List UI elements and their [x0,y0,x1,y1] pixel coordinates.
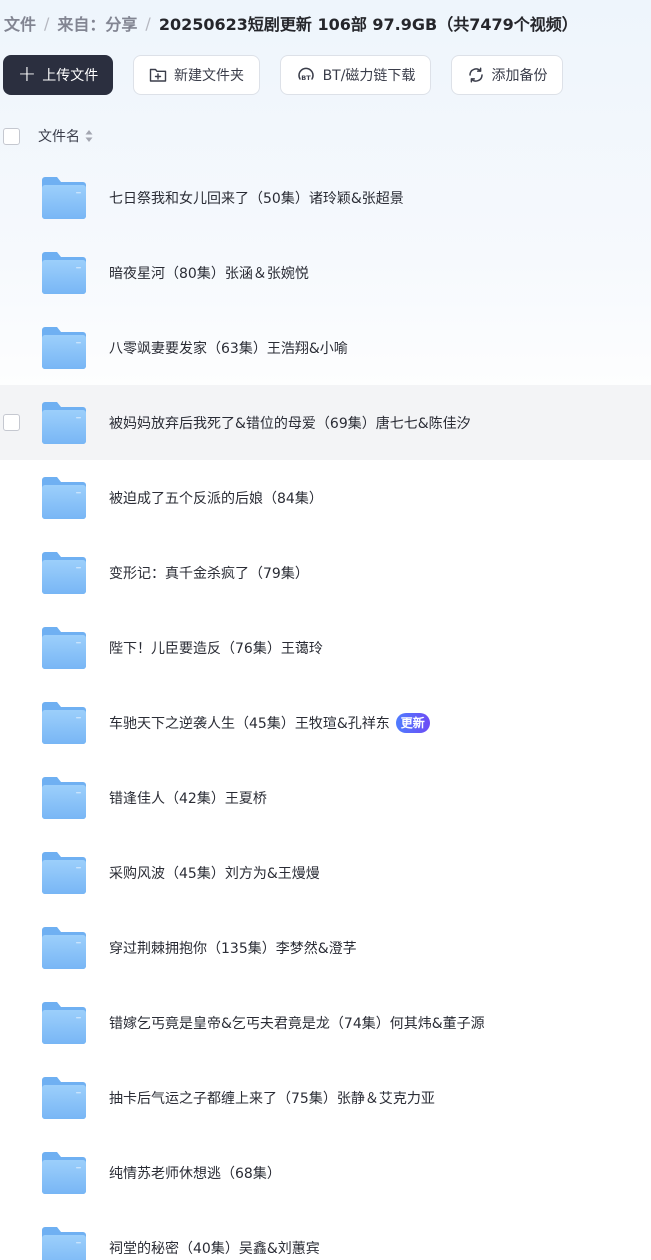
folder-icon[interactable] [40,626,88,670]
plus-icon: + [17,62,37,87]
add-backup-button-label: 添加备份 [491,68,548,84]
file-row[interactable]: 被迫成了五个反派的后娘（84集） [0,460,651,535]
file-row[interactable]: 祠堂的秘密（40集）吴鑫&刘蕙宾 [0,1210,651,1260]
folder-icon[interactable] [40,326,88,370]
file-name-label: 抽卡后气运之子都缠上来了（75集）张静＆艾克力亚 [109,1090,435,1107]
file-name[interactable]: 被妈妈放弃后我死了&错位的母爱（69集）唐七七&陈佳汐 [109,385,471,460]
folder-icon[interactable] [40,401,88,445]
file-name[interactable]: 暗夜星河（80集）张涵＆张婉悦 [109,235,309,310]
folder-icon[interactable] [40,926,88,970]
file-name[interactable]: 车驰天下之逆袭人生（45集）王牧瑄&孔祥东 更新 [109,685,430,760]
bt-icon: BT [296,66,316,84]
file-name-label: 错逢佳人（42集）王夏桥 [109,790,267,807]
list-header: 文件名 [0,122,651,150]
file-name[interactable]: 七日祭我和女儿回来了（50集）诸玲颖&张超景 [109,160,404,235]
select-all-checkbox[interactable] [3,127,20,145]
add-backup-button[interactable]: 添加备份 [451,55,563,95]
upload-button-label: 上传文件 [42,68,99,84]
breadcrumb: 文件 / 来自：分享 / 20250623短剧更新 106部 97.9GB（共7… [4,10,578,36]
file-row[interactable]: 采购风波（45集）刘方为&王熳熳 [0,835,651,910]
file-name-label: 八零飒妻要发家（63集）王浩翔&小喻 [109,340,348,357]
file-name[interactable]: 变形记：真千金杀疯了（79集） [109,535,309,610]
folder-icon[interactable] [40,851,88,895]
breadcrumb-source[interactable]: 来自：分享 [57,11,137,35]
file-row[interactable]: 八零飒妻要发家（63集）王浩翔&小喻 [0,310,651,385]
file-name[interactable]: 祠堂的秘密（40集）吴鑫&刘蕙宾 [109,1210,320,1260]
file-name-label: 七日祭我和女儿回来了（50集）诸玲颖&张超景 [109,190,404,207]
file-browser: 文件 / 来自：分享 / 20250623短剧更新 106部 97.9GB（共7… [0,0,651,1260]
file-name[interactable]: 被迫成了五个反派的后娘（84集） [109,460,323,535]
breadcrumb-separator: / [44,13,50,33]
row-checkbox[interactable] [3,414,20,431]
file-name[interactable]: 八零飒妻要发家（63集）王浩翔&小喻 [109,310,348,385]
folder-icon[interactable] [40,551,88,595]
folder-icon[interactable] [40,476,88,520]
file-name-label: 错嫁乞丐竟是皇帝&乞丐夫君竟是龙（74集）何其炜&董子源 [109,1015,485,1032]
file-name-label: 纯情苏老师休想逃（68集） [109,1165,281,1182]
file-name[interactable]: 穿过荆棘拥抱你（135集）李梦然&澄芓 [109,910,357,985]
file-row[interactable]: 错逢佳人（42集）王夏桥 [0,760,651,835]
file-name-label: 祠堂的秘密（40集）吴鑫&刘蕙宾 [109,1240,320,1257]
bt-download-button-label: BT/磁力链下载 [322,68,416,84]
breadcrumb-current-folder: 20250623短剧更新 106部 97.9GB（共7479个视频） [158,15,578,34]
toolbar: + 上传文件 新建文件夹 BT BT/磁力链下载 添加备份 [3,55,583,95]
file-name[interactable]: 抽卡后气运之子都缠上来了（75集）张静＆艾克力亚 [109,1060,435,1135]
folder-icon[interactable] [40,1001,88,1045]
breadcrumb-separator: / [145,13,151,33]
folder-icon[interactable] [40,1226,88,1260]
file-row[interactable]: 陛下！儿臣要造反（76集）王蔼玲 [0,610,651,685]
file-name-label: 穿过荆棘拥抱你（135集）李梦然&澄芓 [109,940,357,957]
file-row[interactable]: 抽卡后气运之子都缠上来了（75集）张静＆艾克力亚 [0,1060,651,1135]
sort-icon[interactable] [85,129,93,143]
new-folder-button-label: 新建文件夹 [174,68,244,84]
name-column-header[interactable]: 文件名 [38,126,93,146]
file-name[interactable]: 错逢佳人（42集）王夏桥 [109,760,267,835]
name-column-label: 文件名 [38,129,80,145]
file-row[interactable]: 七日祭我和女儿回来了（50集）诸玲颖&张超景 [0,160,651,235]
file-row[interactable]: 变形记：真千金杀疯了（79集） [0,535,651,610]
new-folder-icon [149,67,167,83]
upload-button[interactable]: + 上传文件 [3,55,113,95]
file-row[interactable]: 错嫁乞丐竟是皇帝&乞丐夫君竟是龙（74集）何其炜&董子源 [0,985,651,1060]
file-name-label: 车驰天下之逆袭人生（45集）王牧瑄&孔祥东 [109,715,390,732]
new-folder-button[interactable]: 新建文件夹 [133,55,260,95]
file-name[interactable]: 错嫁乞丐竟是皇帝&乞丐夫君竟是龙（74集）何其炜&董子源 [109,985,485,1060]
file-name[interactable]: 陛下！儿臣要造反（76集）王蔼玲 [109,610,323,685]
file-name[interactable]: 纯情苏老师休想逃（68集） [109,1135,281,1210]
file-row[interactable]: 纯情苏老师休想逃（68集） [0,1135,651,1210]
folder-icon[interactable] [40,251,88,295]
folder-icon[interactable] [40,176,88,220]
folder-icon[interactable] [40,701,88,745]
file-name[interactable]: 采购风波（45集）刘方为&王熳熳 [109,835,320,910]
file-name-label: 被迫成了五个反派的后娘（84集） [109,490,323,507]
file-name-label: 变形记：真千金杀疯了（79集） [109,565,309,582]
folder-icon[interactable] [40,1151,88,1195]
file-row[interactable]: 被妈妈放弃后我死了&错位的母爱（69集）唐七七&陈佳汐 [0,385,651,460]
svg-text:BT: BT [301,74,311,82]
file-row[interactable]: 暗夜星河（80集）张涵＆张婉悦 [0,235,651,310]
folder-icon[interactable] [40,776,88,820]
file-name-label: 被妈妈放弃后我死了&错位的母爱（69集）唐七七&陈佳汐 [109,415,471,432]
folder-icon[interactable] [40,1076,88,1120]
file-name-label: 陛下！儿臣要造反（76集）王蔼玲 [109,640,323,657]
bt-download-button[interactable]: BT BT/磁力链下载 [280,55,431,95]
file-row[interactable]: 车驰天下之逆袭人生（45集）王牧瑄&孔祥东 更新 [0,685,651,760]
file-name-label: 采购风波（45集）刘方为&王熳熳 [109,865,320,882]
file-row[interactable]: 穿过荆棘拥抱你（135集）李梦然&澄芓 [0,910,651,985]
breadcrumb-root[interactable]: 文件 [4,11,36,35]
file-name-label: 暗夜星河（80集）张涵＆张婉悦 [109,265,309,282]
sync-icon [467,66,485,84]
update-badge: 更新 [395,712,430,733]
file-list: 七日祭我和女儿回来了（50集）诸玲颖&张超景 暗夜星河（80集）张涵＆张婉悦八零飒… [0,160,651,1260]
